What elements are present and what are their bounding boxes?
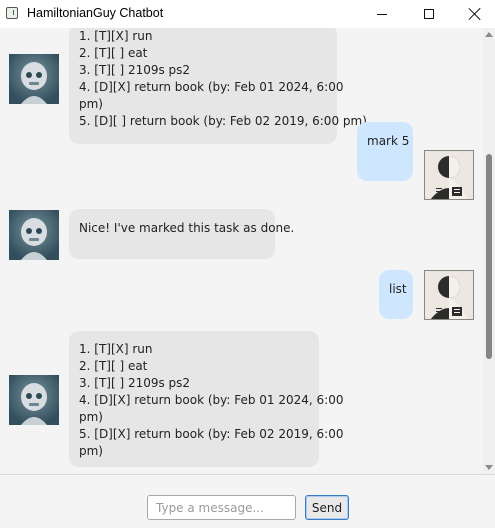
bot-avatar-icon (9, 210, 59, 260)
message-line: 1. [T][X] run (79, 342, 153, 356)
message-line: Nice! I've marked this task as done. (79, 221, 295, 235)
chat-scroll-area[interactable]: 1. [T][X] run 2. [T][ ] eat 3. [T][ ] 21… (0, 28, 483, 474)
scroll-up-icon[interactable] (485, 32, 493, 37)
message-line: mark 5 (367, 134, 410, 148)
user-message: mark 5 (357, 122, 413, 181)
bot-avatar-icon (9, 54, 59, 104)
window-title: HamiltonianGuy Chatbot (27, 6, 164, 20)
title-bar: HamiltonianGuy Chatbot (0, 0, 495, 28)
message-input[interactable] (147, 495, 296, 520)
vertical-scrollbar[interactable] (483, 28, 495, 474)
message-line: pm) (79, 410, 103, 424)
maximize-button[interactable] (406, 0, 452, 28)
bot-avatar-icon (9, 375, 59, 425)
message-line: pm) (79, 97, 103, 111)
message-line: 5. [D][X] return book (by: Feb 02 2019, … (79, 427, 344, 441)
message-line: 3. [T][ ] 2109s ps2 (79, 376, 191, 390)
bot-message: Nice! I've marked this task as done. (69, 209, 295, 259)
maximize-icon (424, 9, 434, 19)
close-icon (469, 8, 481, 20)
scrollbar-thumb[interactable] (486, 154, 492, 359)
user-message: list (379, 270, 413, 319)
close-button[interactable] (452, 0, 495, 28)
bot-message: 1. [T][X] run 2. [T][ ] eat 3. [T][ ] 21… (69, 331, 344, 467)
message-line: 4. [D][X] return book (by: Feb 01 2024, … (79, 80, 344, 94)
scroll-down-icon[interactable] (485, 465, 493, 470)
input-bar: Send (0, 474, 495, 528)
message-line: 2. [T][ ] eat (79, 46, 148, 60)
user-avatar-icon (424, 270, 474, 320)
message-line: 4. [D][X] return book (by: Feb 01 2024, … (79, 393, 344, 407)
message-line: list (389, 282, 407, 296)
message-line: 2. [T][ ] eat (79, 359, 148, 373)
minimize-icon (377, 13, 387, 15)
bot-message: 1. [T][X] run 2. [T][ ] eat 3. [T][ ] 21… (69, 28, 367, 144)
message-line: pm) (79, 444, 103, 458)
user-avatar-icon (424, 150, 474, 200)
app-icon (6, 7, 18, 19)
minimize-button[interactable] (359, 0, 405, 28)
message-line: 1. [T][X] run (79, 29, 153, 43)
message-line: 3. [T][ ] 2109s ps2 (79, 63, 191, 77)
message-line: 5. [D][ ] return book (by: Feb 02 2019, … (79, 114, 367, 128)
send-button[interactable]: Send (305, 495, 349, 520)
